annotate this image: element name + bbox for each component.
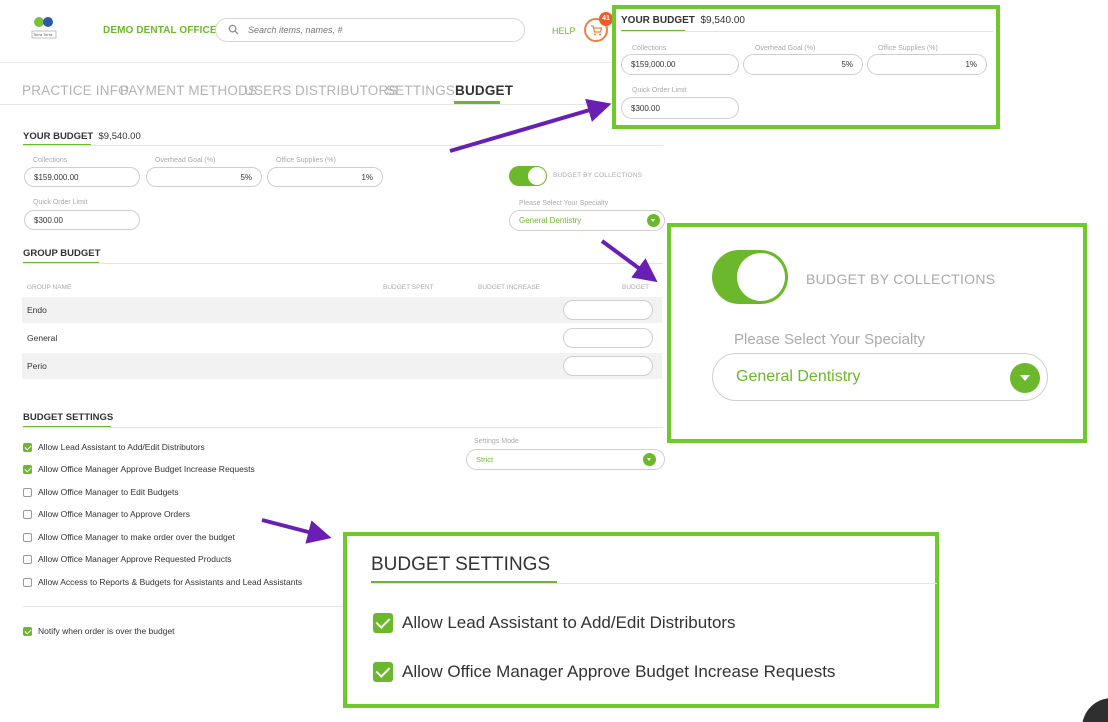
setting-lead-assistant-distributors[interactable]: Allow Lead Assistant to Add/Edit Distrib…	[373, 613, 736, 633]
setting-label: Allow Lead Assistant to Add/Edit Distrib…	[402, 613, 736, 632]
collections-value: $159,000.00	[631, 60, 676, 69]
arrow-to-settings-callout	[261, 518, 332, 544]
quick-order-limit-input[interactable]: $300.00	[621, 97, 739, 119]
office-supplies-label: Office Supplies (%)	[878, 45, 938, 52]
quick-order-limit-label: Quick Order Limit	[632, 87, 687, 94]
overhead-goal-value: 5%	[841, 60, 853, 69]
section-rule	[371, 583, 937, 584]
specialty-select[interactable]: General Dentistry	[712, 353, 1048, 401]
checkbox-checked[interactable]	[373, 613, 393, 633]
overhead-goal-label: Overhead Goal (%)	[755, 45, 816, 52]
budget-by-collections-toggle[interactable]	[712, 250, 788, 304]
budget-by-collections-label: BUDGET BY COLLECTIONS	[806, 271, 996, 287]
your-budget-title: YOUR BUDGET	[621, 15, 695, 26]
section-rule	[621, 31, 993, 32]
arrow-to-budget-callout	[449, 98, 612, 153]
chevron-down-icon	[1010, 363, 1040, 393]
collections-label: Collections	[632, 45, 667, 52]
checkbox-checked[interactable]	[373, 662, 393, 682]
office-supplies-input[interactable]: 1%	[867, 54, 987, 75]
arrow-to-toggle-callout	[600, 239, 658, 283]
quick-order-limit-value: $300.00	[631, 103, 660, 113]
budget-settings-title: BUDGET SETTINGS	[371, 554, 551, 575]
your-budget-amount: $9,540.00	[700, 15, 745, 26]
office-supplies-value: 1%	[965, 60, 977, 69]
callout-budget-settings: BUDGET SETTINGS Allow Lead Assistant to …	[343, 532, 939, 708]
collections-input[interactable]: $159,000.00	[621, 54, 739, 75]
your-budget-heading: YOUR BUDGET $9,540.00	[621, 15, 745, 26]
specialty-label: Please Select Your Specialty	[734, 331, 925, 348]
specialty-value: General Dentistry	[736, 368, 861, 385]
setting-om-approve-increase[interactable]: Allow Office Manager Approve Budget Incr…	[373, 662, 835, 682]
setting-label: Allow Office Manager Approve Budget Incr…	[402, 662, 836, 681]
overhead-goal-input[interactable]: 5%	[743, 54, 863, 75]
callout-your-budget: YOUR BUDGET $9,540.00 Collections $159,0…	[612, 5, 1000, 129]
